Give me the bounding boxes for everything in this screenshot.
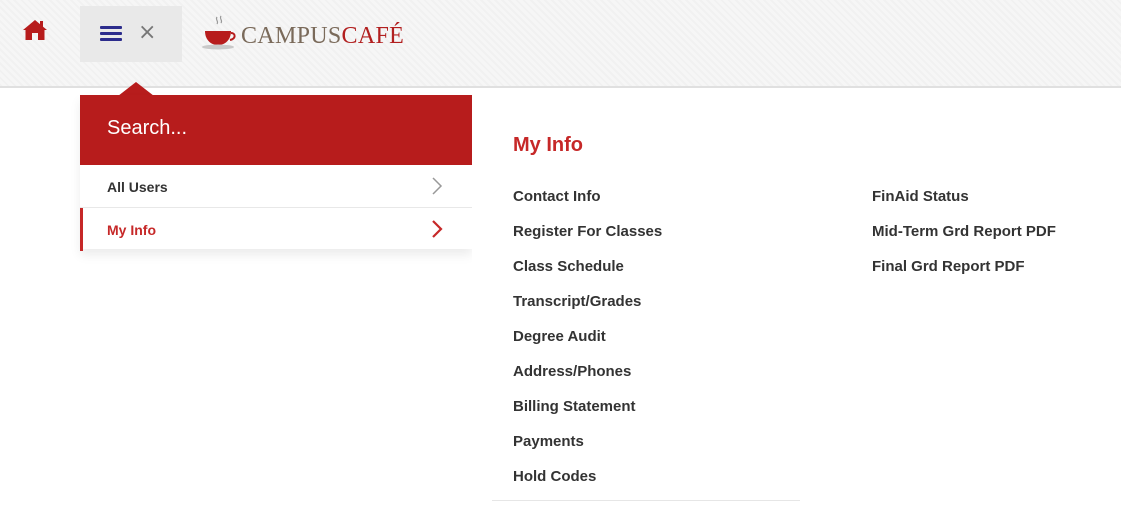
chevron-right-icon (432, 220, 443, 238)
chevron-right-icon (432, 177, 443, 195)
top-bar: × CAMPUSCAFÉ (0, 0, 1121, 88)
menu-toggle-button[interactable]: × (80, 6, 182, 62)
link-mid-term-grd-report-pdf[interactable]: Mid-Term Grd Report PDF (872, 223, 1056, 258)
nav-item-all-users[interactable]: All Users (80, 165, 472, 208)
link-finaid-status[interactable]: FinAid Status (872, 188, 1056, 223)
link-address-phones[interactable]: Address/Phones (513, 363, 662, 398)
divider (492, 500, 800, 501)
nav-item-label: All Users (107, 179, 168, 195)
section-title: My Info (513, 134, 583, 156)
dropdown-pointer (118, 82, 154, 96)
home-icon (23, 20, 47, 40)
link-hold-codes[interactable]: Hold Codes (513, 468, 662, 503)
link-payments[interactable]: Payments (513, 433, 662, 468)
logo-text: CAMPUSCAFÉ (241, 22, 405, 49)
home-button[interactable] (22, 18, 48, 42)
nav-item-my-info[interactable]: My Info (80, 208, 472, 251)
link-register-for-classes[interactable]: Register For Classes (513, 223, 662, 258)
link-billing-statement[interactable]: Billing Statement (513, 398, 662, 433)
link-degree-audit[interactable]: Degree Audit (513, 328, 662, 363)
link-transcript-grades[interactable]: Transcript/Grades (513, 293, 662, 328)
nav-menu-panel: Search... All Users My Info (80, 95, 472, 251)
campuscafe-logo[interactable]: CAMPUSCAFÉ (200, 14, 404, 52)
close-icon[interactable]: × (138, 22, 156, 44)
links-column-1: Contact Info Register For Classes Class … (513, 188, 662, 503)
link-contact-info[interactable]: Contact Info (513, 188, 662, 223)
nav-item-label: My Info (107, 222, 156, 238)
coffee-cup-icon (202, 15, 236, 50)
links-column-2: FinAid Status Mid-Term Grd Report PDF Fi… (872, 188, 1056, 293)
search-field[interactable]: Search... (80, 95, 472, 165)
hamburger-menu-icon (100, 26, 122, 42)
link-final-grd-report-pdf[interactable]: Final Grd Report PDF (872, 258, 1056, 293)
submenu-panel: My Info Contact Info Register For Classe… (472, 95, 1121, 505)
link-class-schedule[interactable]: Class Schedule (513, 258, 662, 293)
